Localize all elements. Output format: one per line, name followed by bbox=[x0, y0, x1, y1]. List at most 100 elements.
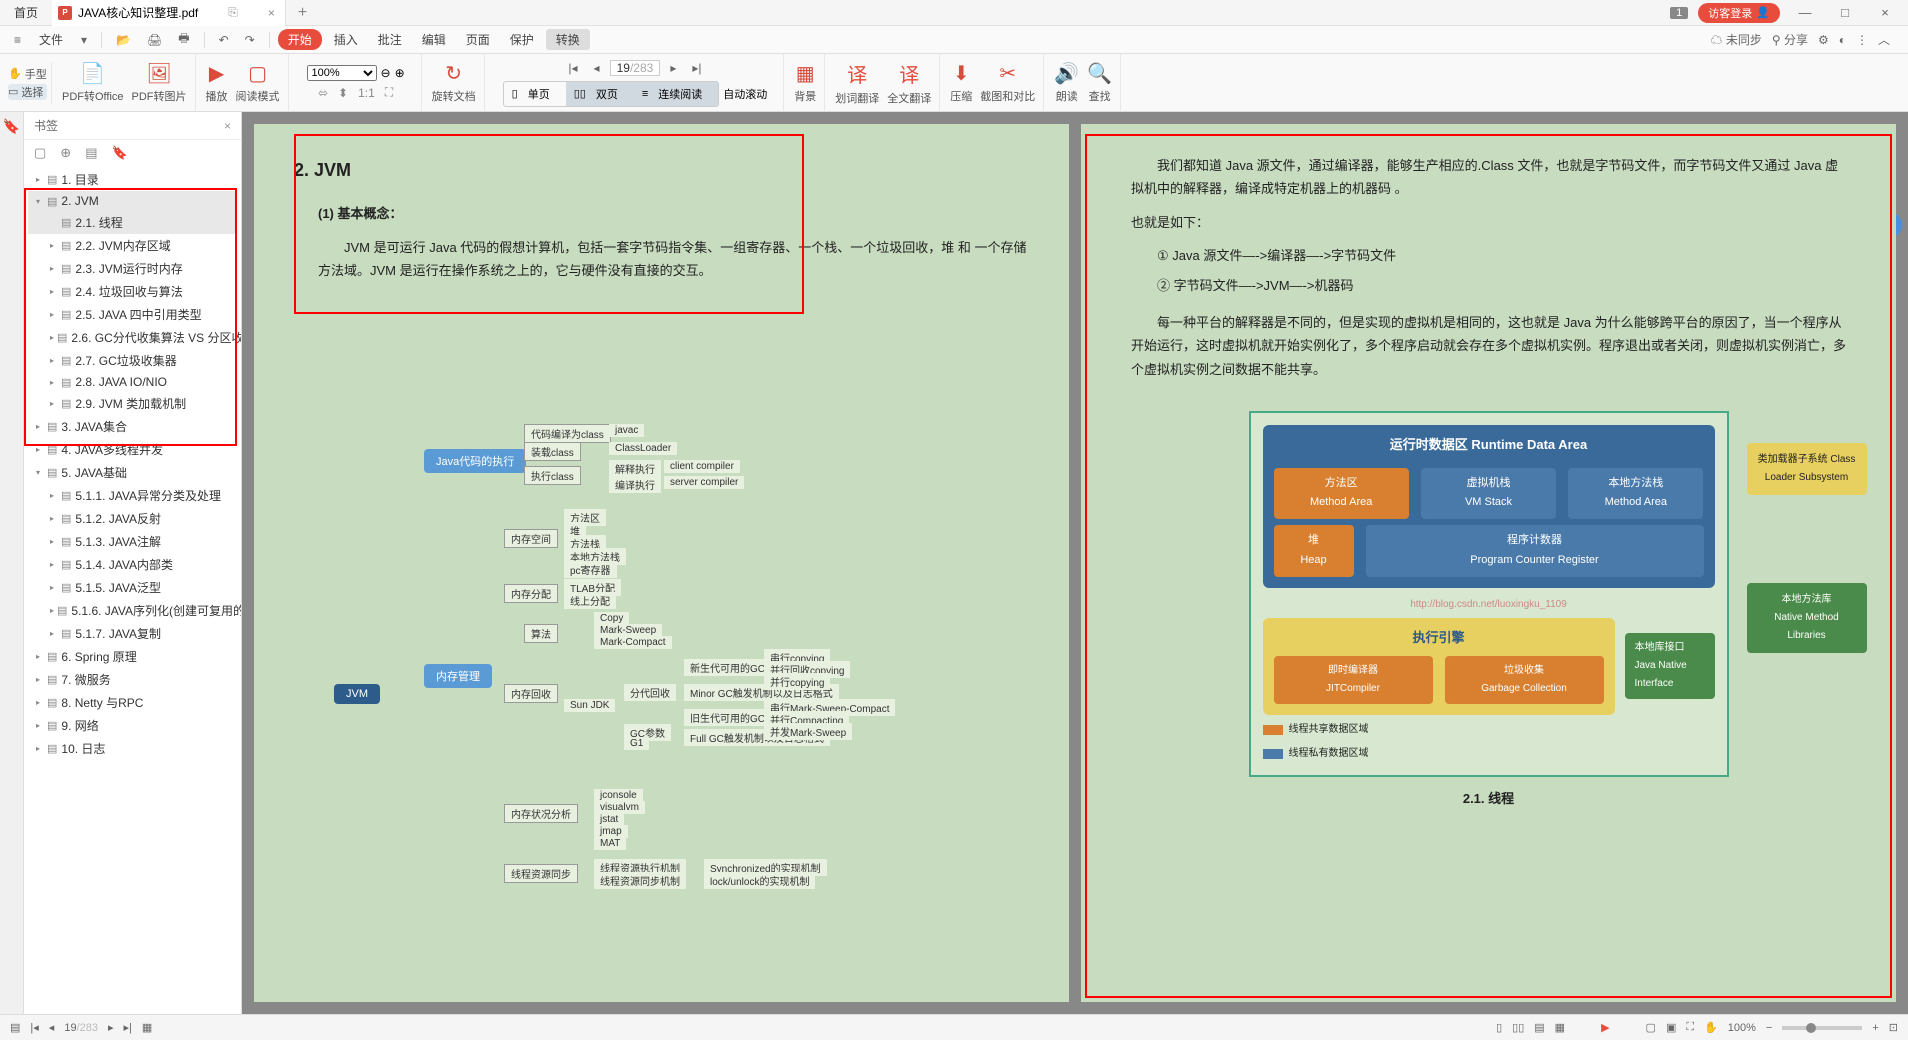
tab-home[interactable]: 首页 bbox=[0, 4, 52, 21]
sb-layout-icon[interactable]: ▤ bbox=[10, 1021, 20, 1034]
translate-selection[interactable]: 译划词翻译 bbox=[835, 59, 879, 106]
more-icon[interactable]: ⋮ bbox=[1856, 33, 1868, 47]
minimize-button[interactable]: — bbox=[1790, 5, 1820, 20]
bookmark-item[interactable]: ▸▤5.1.1. JAVA异常分类及处理 bbox=[28, 484, 237, 507]
tab-add-button[interactable]: + bbox=[286, 4, 319, 22]
sb-last-icon[interactable]: ▸| bbox=[124, 1021, 132, 1034]
bookmark-item[interactable]: ▸▤5.1.2. JAVA反射 bbox=[28, 507, 237, 530]
undo-icon[interactable]: ↶ bbox=[213, 33, 235, 47]
first-page-icon[interactable]: |◂ bbox=[562, 59, 583, 77]
continuous-button[interactable]: ≡ 连续阅读 bbox=[634, 82, 718, 106]
collapse-icon[interactable]: ︿ bbox=[1878, 31, 1890, 48]
menu-icon[interactable]: ≡ bbox=[8, 33, 27, 47]
sb-fit-icon[interactable]: ⊡ bbox=[1889, 1021, 1898, 1034]
bm-tool-2[interactable]: ⊕ bbox=[60, 145, 71, 161]
document-area[interactable]: ✎ 2. JVM (1) 基本概念： JVM 是可运行 Java 代码的假想计算… bbox=[242, 112, 1908, 1014]
bookmark-item[interactable]: ▸▤3. JAVA集合 bbox=[28, 415, 237, 438]
notification-badge[interactable]: 1 bbox=[1670, 7, 1688, 19]
fullscreen-icon[interactable]: ⛶ bbox=[385, 85, 393, 100]
sb-view4-icon[interactable]: ▦ bbox=[1555, 1021, 1565, 1034]
menu-annot[interactable]: 批注 bbox=[370, 31, 410, 48]
sync-status[interactable]: ☁ 未同步 bbox=[1710, 31, 1761, 48]
bookmark-item[interactable]: ▸▤5.1.6. JAVA序列化(创建可复用的Java对象) bbox=[28, 599, 237, 622]
fit-width-icon[interactable]: ⬄ bbox=[318, 86, 328, 100]
sb-zoom[interactable]: 100% bbox=[1728, 1022, 1756, 1034]
menu-convert[interactable]: 转换 bbox=[546, 29, 590, 50]
zoom-slider[interactable] bbox=[1782, 1026, 1862, 1030]
translate-full[interactable]: 译全文翻译 bbox=[887, 59, 931, 106]
bookmark-item[interactable]: ▸▤7. 微服务 bbox=[28, 668, 237, 691]
hand-tool[interactable]: ✋手型 bbox=[8, 66, 47, 82]
save-icon[interactable]: 🖨 bbox=[141, 33, 168, 47]
page-input[interactable]: 19/283 bbox=[610, 60, 661, 76]
bookmark-item[interactable]: ▸▤5.1.5. JAVA泛型 bbox=[28, 576, 237, 599]
sb-view2-icon[interactable]: ▯▯ bbox=[1512, 1021, 1524, 1034]
sb-mode3-icon[interactable]: ⛶ bbox=[1686, 1021, 1694, 1034]
sb-view1-icon[interactable]: ▯ bbox=[1496, 1021, 1502, 1034]
sb-mode1-icon[interactable]: ▢ bbox=[1646, 1021, 1656, 1034]
sb-prev-icon[interactable]: ◂ bbox=[49, 1021, 55, 1034]
bookmark-item[interactable]: ▸▤2.4. 垃圾回收与算法 bbox=[28, 280, 237, 303]
close-button[interactable]: × bbox=[1870, 5, 1900, 20]
bookmark-item[interactable]: ▾▤2. JVM bbox=[28, 191, 237, 211]
rotate-button[interactable]: ↻旋转文档 bbox=[432, 61, 476, 104]
sb-first-icon[interactable]: |◂ bbox=[30, 1021, 38, 1034]
bookmark-item[interactable]: ▸▤5.1.4. JAVA内部类 bbox=[28, 553, 237, 576]
bookmark-item[interactable]: ▸▤10. 日志 bbox=[28, 737, 237, 760]
bookmark-tab-icon[interactable]: 🔖 bbox=[3, 118, 20, 135]
settings-icon[interactable]: ⚙ bbox=[1818, 33, 1829, 47]
prev-page-icon[interactable]: ◂ bbox=[588, 59, 606, 77]
auto-scroll[interactable]: 自动滚动 bbox=[723, 86, 767, 102]
actual-size-icon[interactable]: 1:1 bbox=[358, 86, 375, 100]
bookmark-item[interactable]: ▾▤5. JAVA基础 bbox=[28, 461, 237, 484]
bookmark-item[interactable]: ▸▤2.2. JVM内存区域 bbox=[28, 234, 237, 257]
bookmark-item[interactable]: ▸▤5.1.3. JAVA注解 bbox=[28, 530, 237, 553]
zoom-in-icon[interactable]: ⊕ bbox=[395, 66, 405, 80]
bookmark-item[interactable]: ▸▤2.6. GC分代收集算法 VS 分区收集算法 bbox=[28, 326, 237, 349]
bookmark-item[interactable]: ▸▤4. JAVA多线程并发 bbox=[28, 438, 237, 461]
compress-button[interactable]: ⬇压缩 bbox=[950, 61, 972, 104]
menu-protect[interactable]: 保护 bbox=[502, 31, 542, 48]
pdf-to-office[interactable]: 📄PDF转Office bbox=[62, 61, 124, 104]
sb-page[interactable]: 19/283 bbox=[64, 1022, 98, 1034]
sb-view3-icon[interactable]: ▤ bbox=[1534, 1021, 1544, 1034]
menu-edit[interactable]: 编辑 bbox=[414, 31, 454, 48]
bookmark-tree[interactable]: ▸▤1. 目录▾▤2. JVM▤2.1. 线程▸▤2.2. JVM内存区域▸▤2… bbox=[24, 166, 241, 1014]
menu-insert[interactable]: 插入 bbox=[326, 31, 366, 48]
bookmark-item[interactable]: ▸▤2.9. JVM 类加载机制 bbox=[28, 392, 237, 415]
background-button[interactable]: ▦背景 bbox=[794, 61, 816, 104]
bookmark-close-icon[interactable]: × bbox=[224, 119, 231, 133]
play-button[interactable]: ▶播放 bbox=[206, 61, 228, 104]
crop-button[interactable]: ✂截图和对比 bbox=[980, 61, 1035, 104]
double-page-button[interactable]: ▯▯ 双页 bbox=[566, 82, 634, 106]
share-button[interactable]: ⚲ 分享 bbox=[1772, 31, 1808, 48]
find-button[interactable]: 🔍查找 bbox=[1087, 61, 1112, 104]
skin-icon[interactable]: ◐ bbox=[1839, 33, 1846, 47]
last-page-icon[interactable]: ▸| bbox=[686, 59, 707, 77]
tab-pin-icon[interactable]: ⎘ bbox=[228, 5, 238, 20]
sb-zoom-out-icon[interactable]: − bbox=[1766, 1022, 1772, 1034]
bm-tool-4[interactable]: 🔖 bbox=[112, 145, 128, 161]
zoom-select[interactable]: 100% bbox=[307, 65, 377, 81]
login-button[interactable]: 访客登录👤 bbox=[1698, 3, 1780, 23]
bookmark-item[interactable]: ▸▤2.5. JAVA 四中引用类型 bbox=[28, 303, 237, 326]
pdf-to-image[interactable]: 🖼PDF转图片 bbox=[132, 61, 187, 104]
sb-mode2-icon[interactable]: ▣ bbox=[1666, 1021, 1676, 1034]
zoom-out-icon[interactable]: ⊖ bbox=[381, 66, 391, 80]
chevron-down-icon[interactable]: ▾ bbox=[75, 33, 93, 47]
bookmark-item[interactable]: ▸▤2.3. JVM运行时内存 bbox=[28, 257, 237, 280]
next-page-icon[interactable]: ▸ bbox=[664, 59, 682, 77]
sb-hand-icon[interactable]: ✋ bbox=[1704, 1021, 1718, 1034]
bookmark-item[interactable]: ▸▤6. Spring 原理 bbox=[28, 645, 237, 668]
select-tool[interactable]: ▭选择 bbox=[8, 84, 47, 100]
bookmark-item[interactable]: ▸▤2.8. JAVA IO/NIO bbox=[28, 372, 237, 392]
bookmark-item[interactable]: ▸▤1. 目录 bbox=[28, 168, 237, 191]
single-page-button[interactable]: ▯ 单页 bbox=[504, 82, 566, 106]
read-aloud[interactable]: 🔊朗读 bbox=[1054, 61, 1079, 104]
menu-file[interactable]: 文件 bbox=[31, 31, 71, 48]
fit-page-icon[interactable]: ⬍ bbox=[338, 86, 348, 100]
bookmark-item[interactable]: ▸▤2.7. GC垃圾收集器 bbox=[28, 349, 237, 372]
bookmark-item[interactable]: ▸▤5.1.7. JAVA复制 bbox=[28, 622, 237, 645]
bm-tool-3[interactable]: ▤ bbox=[85, 145, 97, 161]
bm-tool-1[interactable]: ▢ bbox=[34, 145, 46, 161]
